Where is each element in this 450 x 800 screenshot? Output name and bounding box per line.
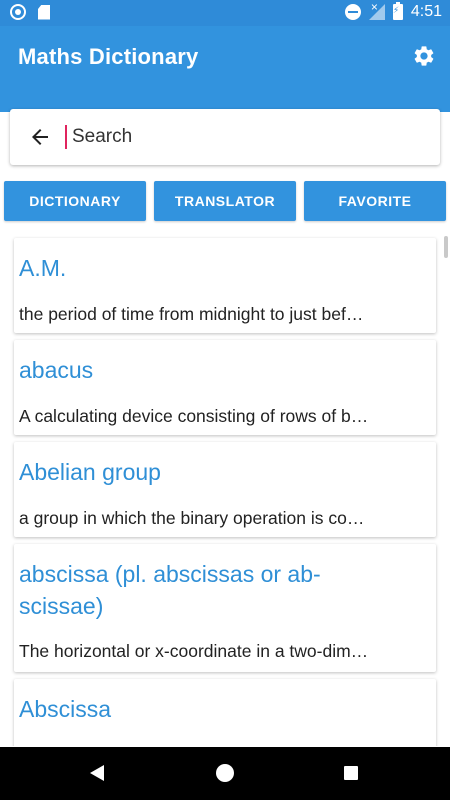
entry-term-line: scissae) [19,593,104,619]
battery-charging-icon [392,2,403,20]
nav-back-icon[interactable] [90,765,104,781]
gear-icon[interactable] [412,44,436,68]
notification-dot-icon [10,4,26,20]
entry-term: A.M. [19,255,67,281]
nav-home-icon[interactable] [216,764,234,782]
entry-term-line: abscissa (pl. abscissas or ab- [19,561,321,587]
status-right: 4:51 [344,0,442,21]
tab-favorite[interactable]: FAVORITE [304,181,446,221]
word-list: A.M. the period of time from midnight to… [0,236,450,746]
status-left [10,4,50,20]
scrollbar[interactable] [444,236,448,258]
list-item[interactable]: Abelian group a group in which the binar… [14,442,436,537]
entry-definition: A calculating device consisting of rows … [19,406,369,426]
status-bar: 4:51 [0,0,450,26]
do-not-disturb-icon [344,4,361,20]
signal-icon [368,0,385,20]
nav-recents-icon[interactable] [344,766,358,780]
list-item[interactable]: A.M. the period of time from midnight to… [14,238,436,333]
list-item[interactable]: abscissa (pl. abscissas or ab- scissae) … [14,544,436,672]
entry-term: Abelian group [19,459,161,485]
text-cursor [65,125,67,149]
list-item[interactable]: Abscissa [14,679,436,746]
back-arrow-icon[interactable] [28,125,52,149]
entry-term: abscissa (pl. abscissas or ab- scissae) [19,558,419,622]
status-time: 4:51 [410,3,442,20]
tab-translator[interactable]: TRANSLATOR [154,181,296,221]
sd-card-icon [38,4,50,20]
entry-term: Abscissa [19,696,112,722]
tab-row: DICTIONARY TRANSLATOR FAVORITE [0,181,450,221]
search-box [10,109,440,165]
entry-term: abacus [19,357,94,383]
list-item[interactable]: abacus A calculating device consisting o… [14,340,436,435]
entry-definition: The horizontal or x-coordinate in a two-… [19,641,369,661]
search-input[interactable] [72,121,422,153]
tab-dictionary[interactable]: DICTIONARY [4,181,146,221]
nav-bar [0,747,450,800]
entry-definition: the period of time from midnight to just… [19,304,364,324]
app-bar: Maths Dictionary [0,26,450,112]
entry-definition: a group in which the binary operation is… [19,508,365,528]
app-title: Maths Dictionary [18,44,199,69]
